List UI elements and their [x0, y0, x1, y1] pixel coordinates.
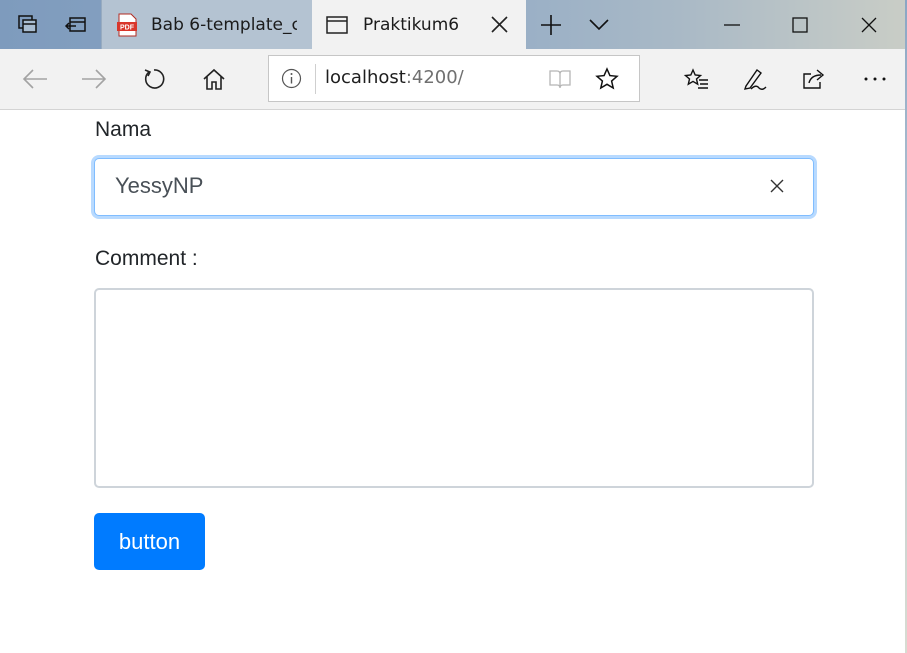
minimize-icon [724, 23, 740, 27]
tab-sets-button[interactable] [4, 0, 52, 49]
plus-icon [540, 14, 562, 36]
page-icon [326, 15, 348, 34]
name-input[interactable]: YessyNP [94, 158, 814, 216]
tab-title: Praktikum6 [363, 14, 460, 35]
pdf-icon-label: PDF [120, 24, 135, 31]
tab-sets-icon [17, 14, 39, 36]
info-icon[interactable] [281, 68, 302, 89]
favorite-star-icon[interactable] [595, 67, 619, 91]
minimize-button[interactable] [698, 0, 766, 49]
maximize-icon [792, 16, 808, 33]
browser-window: PDF Bab 6-template_c Praktikum6 localhos… [0, 0, 905, 653]
tab-pdf-document[interactable]: PDF Bab 6-template_c [101, 0, 312, 49]
favorites-hub-button[interactable] [668, 49, 724, 109]
url-port-path: :4200/ [405, 67, 464, 88]
clear-input-icon[interactable] [769, 178, 785, 194]
tab-praktikum6[interactable]: Praktikum6 [312, 0, 526, 49]
pen-icon [742, 66, 768, 92]
refresh-icon [142, 67, 166, 91]
web-note-button[interactable] [727, 49, 783, 109]
navigation-toolbar: localhost:4200/ [0, 49, 905, 110]
reading-view-icon[interactable] [548, 68, 572, 90]
tab-title: Bab 6-template_c [151, 14, 297, 35]
more-dots-icon [863, 76, 887, 82]
name-label: Nama [95, 118, 152, 141]
url-host: localhost [325, 67, 406, 88]
pdf-icon: PDF [116, 13, 138, 37]
maximize-button[interactable] [766, 0, 834, 49]
back-button[interactable] [7, 49, 63, 109]
page-content: Nama YessyNP Comment : button [0, 110, 905, 653]
address-bar[interactable]: localhost:4200/ [268, 55, 640, 102]
close-tab-icon[interactable] [491, 16, 508, 33]
share-icon [801, 67, 827, 91]
home-icon [202, 68, 226, 90]
close-window-button[interactable] [835, 0, 903, 49]
tabs-aside-icon [64, 15, 88, 35]
arrow-right-icon [81, 69, 107, 89]
comment-textarea[interactable] [94, 288, 814, 488]
arrow-left-icon [22, 69, 48, 89]
favorites-list-icon [683, 67, 709, 91]
new-tab-button[interactable] [527, 0, 575, 49]
tab-preview-button[interactable] [575, 0, 623, 49]
url-text[interactable]: localhost:4200/ [325, 67, 464, 88]
address-separator [315, 64, 316, 94]
submit-button[interactable]: button [94, 513, 205, 570]
name-input-value: YessyNP [115, 173, 204, 198]
chevron-down-icon [588, 18, 610, 32]
more-options-button[interactable] [847, 49, 903, 109]
forward-button[interactable] [66, 49, 122, 109]
home-button[interactable] [186, 49, 242, 109]
refresh-button[interactable] [126, 49, 182, 109]
tab-strip: PDF Bab 6-template_c Praktikum6 [0, 0, 905, 49]
share-button[interactable] [786, 49, 842, 109]
comment-label: Comment : [95, 247, 198, 270]
close-icon [861, 17, 877, 33]
set-tabs-aside-button[interactable] [52, 0, 100, 49]
